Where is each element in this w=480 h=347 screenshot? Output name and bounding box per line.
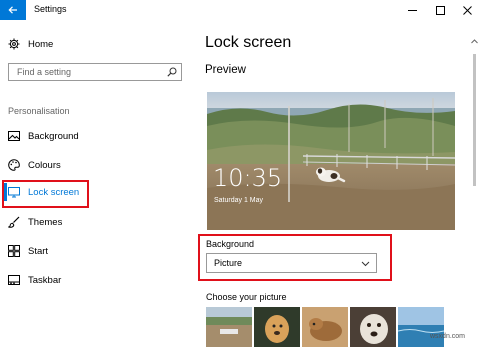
sidebar-item-label: Background	[28, 130, 79, 142]
thumbnail-dog-closeup[interactable]	[350, 307, 396, 347]
title-bar: Settings	[0, 0, 480, 20]
image-icon	[8, 131, 20, 141]
sidebar-item-start[interactable]: Start	[8, 245, 48, 257]
highlight-box-background	[198, 234, 392, 281]
sidebar-item-label: Start	[28, 245, 49, 257]
thumbnail-sea[interactable]	[398, 307, 444, 347]
search-input[interactable]: Find a setting	[8, 63, 182, 81]
scroll-thumb[interactable]	[473, 54, 476, 186]
preview-image	[207, 92, 455, 230]
search-icon	[167, 67, 177, 77]
sidebar: Home Find a setting Personalisation Back…	[0, 20, 195, 345]
sea-image	[398, 307, 444, 347]
highlight-box-lock-screen	[2, 180, 89, 208]
minimize-button[interactable]	[399, 0, 425, 20]
close-icon	[462, 5, 472, 15]
choose-picture-label: Choose your picture	[206, 292, 287, 302]
scrollbar[interactable]	[469, 20, 480, 345]
close-button[interactable]	[454, 0, 480, 20]
back-button[interactable]	[0, 0, 26, 20]
scroll-up-icon[interactable]	[471, 38, 478, 45]
nav-home[interactable]: Home	[8, 38, 53, 50]
start-icon	[8, 245, 20, 257]
sidebar-item-label: Taskbar	[28, 274, 62, 286]
maximize-icon	[435, 5, 445, 15]
preview-heading: Preview	[205, 64, 246, 76]
nav-home-label: Home	[28, 38, 54, 50]
window-title: Settings	[34, 4, 67, 14]
minimize-icon	[407, 9, 417, 11]
dog-lying-image	[302, 307, 348, 347]
sidebar-item-label: Themes	[28, 216, 63, 228]
sidebar-item-themes[interactable]: Themes	[8, 216, 62, 228]
taskbar-icon	[8, 275, 20, 285]
sidebar-item-background[interactable]: Background	[8, 130, 79, 142]
watermark: wsxdn.com	[430, 333, 466, 340]
sidebar-item-colours[interactable]: Colours	[8, 159, 61, 171]
thumbnail-dog[interactable]	[254, 307, 300, 347]
maximize-button[interactable]	[427, 0, 453, 20]
section-label: Personalisation	[8, 106, 70, 116]
sidebar-item-label: Colours	[28, 159, 61, 171]
palette-icon	[8, 159, 20, 171]
sidebar-item-taskbar[interactable]: Taskbar	[8, 274, 61, 286]
lock-screen-preview: 10:35 Saturday 1 May	[207, 92, 455, 230]
thumbnail-dog-lying[interactable]	[302, 307, 348, 347]
brush-icon	[8, 216, 20, 228]
gear-icon	[8, 38, 20, 50]
page-title: Lock screen	[205, 34, 292, 51]
dog-image	[254, 307, 300, 347]
thumbnail-beach[interactable]	[206, 307, 252, 347]
main-content: Lock screen Preview 10:35 Saturday 1 May…	[195, 20, 480, 347]
beach-image	[206, 307, 252, 347]
search-placeholder: Find a setting	[17, 67, 72, 77]
preview-clock: 10:35	[213, 164, 283, 192]
preview-date: Saturday 1 May	[214, 197, 264, 204]
dog-closeup-image	[350, 307, 396, 347]
back-arrow-icon	[8, 6, 17, 14]
picture-thumbnails	[206, 307, 444, 347]
